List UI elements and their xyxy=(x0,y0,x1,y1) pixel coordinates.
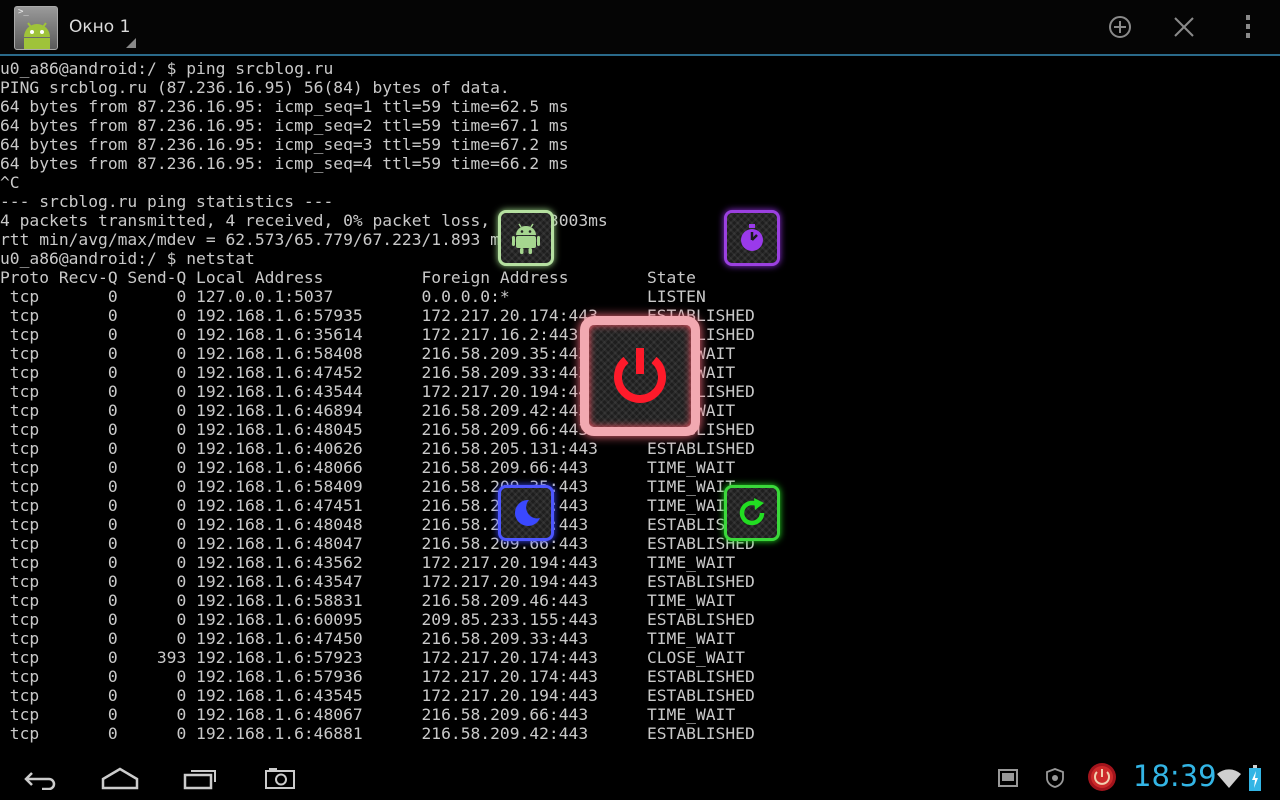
home-icon[interactable] xyxy=(97,761,143,795)
terminal-app-icon[interactable]: >_ xyxy=(14,6,58,50)
window-dropdown-icon[interactable] xyxy=(126,38,136,48)
wifi-icon[interactable] xyxy=(1215,766,1243,790)
terminal-line: rtt min/avg/max/mdev = 62.573/65.779/67.… xyxy=(0,230,510,249)
battery-icon[interactable] xyxy=(1247,764,1263,792)
terminal-line: tcp 0 0 192.168.1.6:43547 172.217.20.194… xyxy=(0,572,755,591)
android-widget-button[interactable] xyxy=(498,210,554,266)
system-bar: 18:39 xyxy=(0,753,1280,800)
screenshot-icon[interactable] xyxy=(257,761,303,795)
android-robot-icon xyxy=(24,22,50,49)
terminal-line: tcp 0 0 192.168.1.6:48047 216.58.209.66:… xyxy=(0,534,755,553)
close-icon[interactable] xyxy=(1169,12,1199,42)
terminal-line: u0_a86@android:/ $ ping srcblog.ru xyxy=(0,59,334,78)
terminal-line: 64 bytes from 87.236.16.95: icmp_seq=1 t… xyxy=(0,97,569,116)
android-icon xyxy=(512,223,540,254)
terminal-line: PING srcblog.ru (87.236.16.95) 56(84) by… xyxy=(0,78,510,97)
terminal-line: ^C xyxy=(0,173,20,192)
terminal-line: 64 bytes from 87.236.16.95: icmp_seq=3 t… xyxy=(0,135,569,154)
terminal-line: tcp 0 0 127.0.0.1:5037 0.0.0.0:* LISTEN xyxy=(0,287,706,306)
shield-icon[interactable] xyxy=(1044,767,1066,789)
terminal-line: tcp 0 0 192.168.1.6:48066 216.58.209.66:… xyxy=(0,458,736,477)
recent-apps-icon[interactable] xyxy=(177,761,223,795)
terminal-line: 64 bytes from 87.236.16.95: icmp_seq=4 t… xyxy=(0,154,569,173)
stopwatch-icon xyxy=(741,224,763,251)
moon-icon xyxy=(515,499,540,526)
terminal-line: tcp 0 0 192.168.1.6:47450 216.58.209.33:… xyxy=(0,629,736,648)
terminal-line: tcp 0 0 192.168.1.6:60095 209.85.233.155… xyxy=(0,610,755,629)
terminal-line: 4 packets transmitted, 4 received, 0% pa… xyxy=(0,211,608,230)
refresh-icon xyxy=(739,498,765,526)
terminal-line: tcp 0 0 192.168.1.6:43545 172.217.20.194… xyxy=(0,686,755,705)
terminal-line: 64 bytes from 87.236.16.95: icmp_seq=2 t… xyxy=(0,116,569,135)
status-clock[interactable]: 18:39 xyxy=(1133,759,1217,793)
terminal-line: Proto Recv-Q Send-Q Local Address Foreig… xyxy=(0,268,696,287)
reboot-widget-button[interactable] xyxy=(724,485,780,541)
terminal-line: tcp 0 0 192.168.1.6:46881 216.58.209.42:… xyxy=(0,724,755,743)
terminal-line: --- srcblog.ru ping statistics --- xyxy=(0,192,334,211)
terminal-line: tcp 0 0 192.168.1.6:43562 172.217.20.194… xyxy=(0,553,736,572)
terminal-line: tcp 0 0 192.168.1.6:57936 172.217.20.174… xyxy=(0,667,755,686)
power-icon xyxy=(614,348,666,403)
terminal-line: tcp 0 393 192.168.1.6:57923 172.217.20.1… xyxy=(0,648,745,667)
terminal-line: u0_a86@android:/ $ netstat xyxy=(0,249,255,268)
notification-icon[interactable] xyxy=(997,767,1019,789)
terminal-line: tcp 0 0 192.168.1.6:40626 216.58.205.131… xyxy=(0,439,755,458)
window-title[interactable]: Окно 1 xyxy=(69,17,130,37)
terminal-line: tcp 0 0 192.168.1.6:48048 216.58.209.66:… xyxy=(0,515,755,534)
power-app-icon[interactable] xyxy=(1086,761,1118,793)
screen: >_ Окно 1 u0_a86@android:/ $ ping srcblo… xyxy=(0,0,1280,800)
terminal-line: tcp 0 0 192.168.1.6:47451 216.58.209.33:… xyxy=(0,496,736,515)
more-vert-icon[interactable] xyxy=(1233,12,1263,42)
terminal-line: tcp 0 0 192.168.1.6:58409 216.58.209.35:… xyxy=(0,477,736,496)
plus-circle-icon[interactable] xyxy=(1105,12,1135,42)
action-bar: >_ Окно 1 xyxy=(0,0,1280,56)
back-icon[interactable] xyxy=(17,761,63,795)
terminal-line: tcp 0 0 192.168.1.6:58831 216.58.209.46:… xyxy=(0,591,736,610)
terminal-line: tcp 0 0 192.168.1.6:48067 216.58.209.66:… xyxy=(0,705,736,724)
sleep-widget-button[interactable] xyxy=(498,485,554,541)
power-widget-button[interactable] xyxy=(580,316,700,436)
stopwatch-widget-button[interactable] xyxy=(724,210,780,266)
